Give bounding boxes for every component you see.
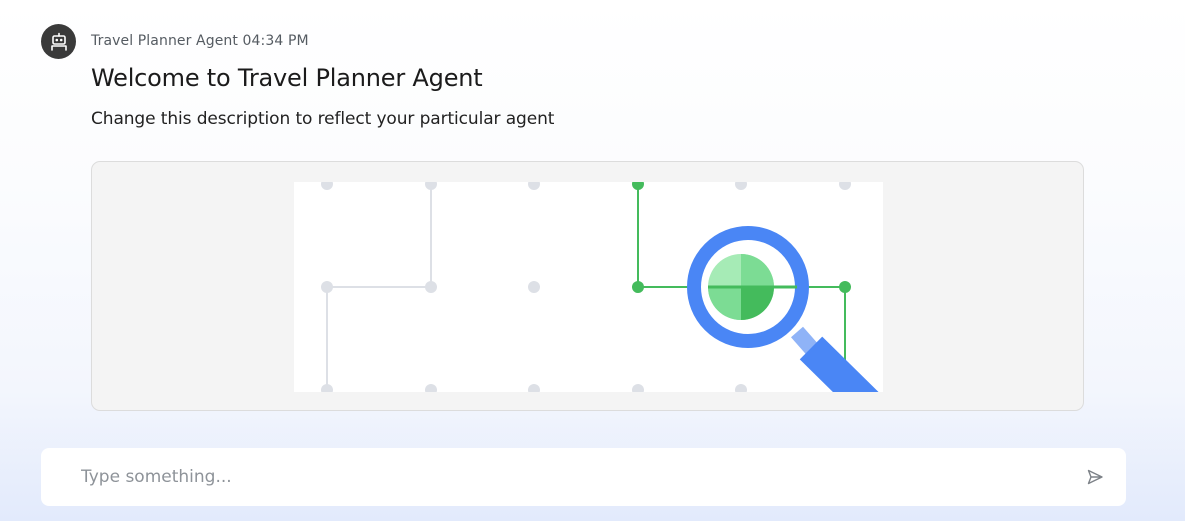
sender-name: Travel Planner Agent [91, 33, 238, 49]
agent-avatar [41, 24, 76, 59]
welcome-title: Welcome to Travel Planner Agent [91, 64, 483, 92]
illustration-image [294, 182, 883, 392]
message-meta: Travel Planner Agent 04:34 PM [91, 33, 309, 49]
send-icon[interactable] [1086, 468, 1104, 486]
robot-icon [50, 32, 67, 51]
agent-description: Change this description to reflect your … [91, 109, 555, 129]
message-time: 04:34 PM [242, 33, 309, 49]
message-composer [41, 448, 1126, 506]
illustration-card [91, 161, 1084, 411]
message-input[interactable] [41, 448, 1061, 506]
magnifier-network-icon [321, 182, 879, 392]
